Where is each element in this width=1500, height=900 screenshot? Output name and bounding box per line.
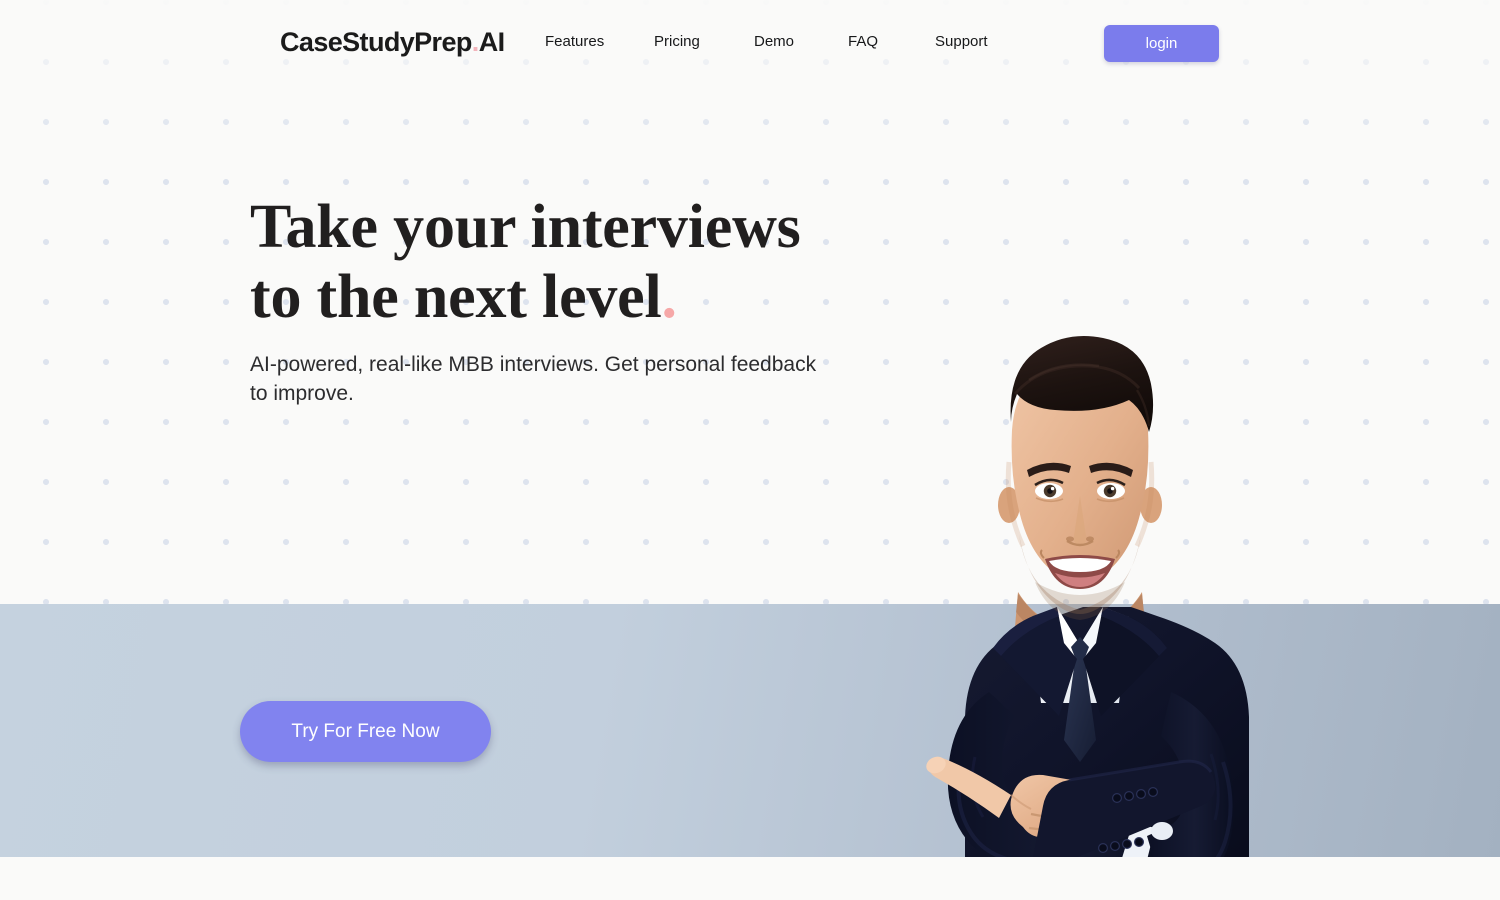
- hero-headline-line-1: Take your interviews: [250, 193, 801, 261]
- brand-logo[interactable]: CaseStudyPrep.AI: [280, 27, 505, 58]
- brand-logo-main: CaseStudyPrep: [280, 27, 472, 57]
- nav-item-faq[interactable]: FAQ: [848, 33, 935, 50]
- main-navigation: Features Pricing Demo FAQ Support: [545, 33, 1025, 50]
- site-header: CaseStudyPrep.AI Features Pricing Demo F…: [0, 0, 1500, 86]
- hero-headline: Take your interviews to the next level.: [250, 192, 801, 332]
- landing-page: CaseStudyPrep.AI Features Pricing Demo F…: [0, 0, 1500, 900]
- nav-item-demo[interactable]: Demo: [754, 33, 848, 50]
- nav-item-features[interactable]: Features: [545, 33, 654, 50]
- hero-lower-band: [0, 604, 1500, 857]
- try-for-free-button[interactable]: Try For Free Now: [240, 701, 491, 762]
- nav-item-support[interactable]: Support: [935, 33, 1025, 50]
- login-button[interactable]: login: [1104, 25, 1219, 62]
- hero-headline-line-2: to the next level: [250, 263, 662, 331]
- hero-headline-period: .: [661, 263, 678, 331]
- hero-subheadline: AI-powered, real-like MBB interviews. Ge…: [250, 353, 817, 405]
- brand-logo-dot: .: [471, 27, 479, 57]
- nav-item-pricing[interactable]: Pricing: [654, 33, 754, 50]
- brand-logo-suffix: AI: [478, 27, 505, 57]
- footer-strip: [0, 857, 1500, 900]
